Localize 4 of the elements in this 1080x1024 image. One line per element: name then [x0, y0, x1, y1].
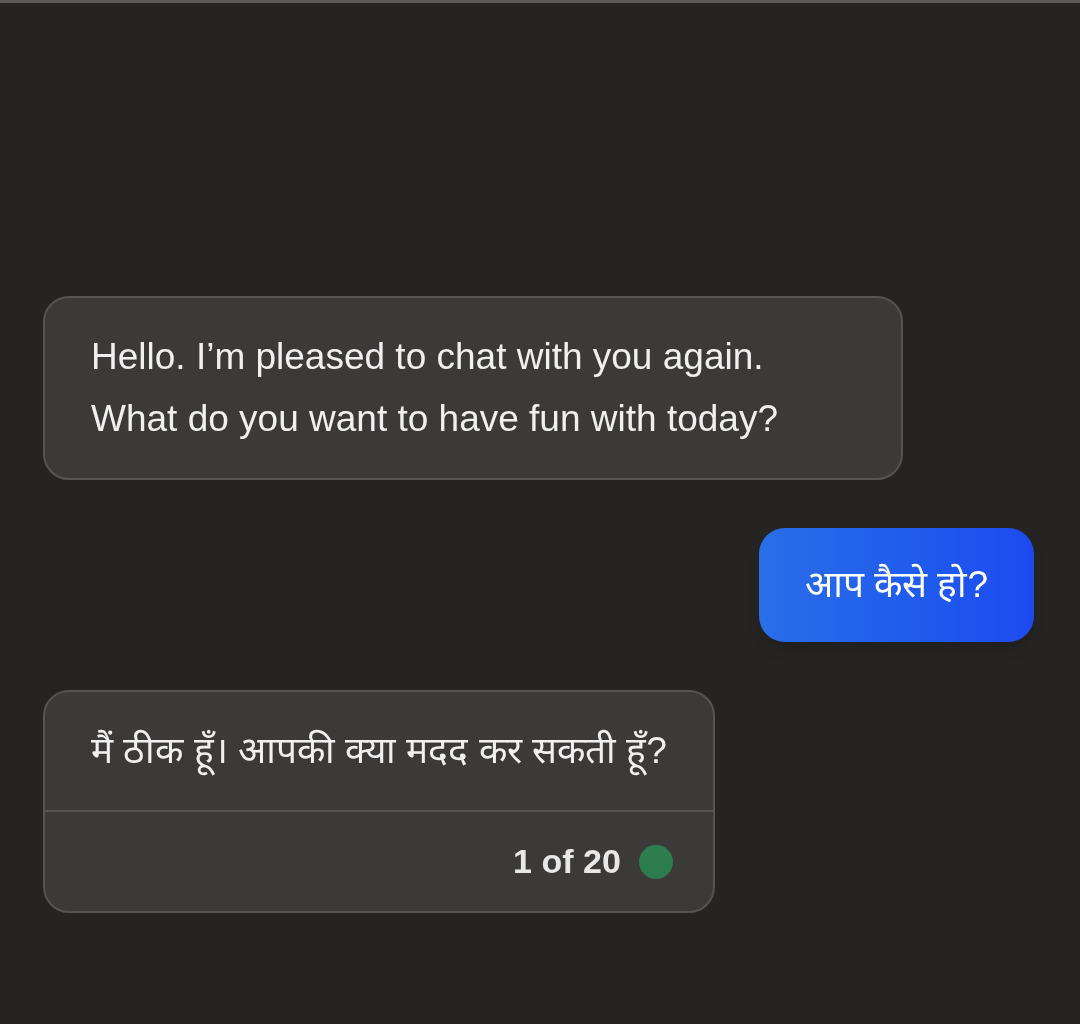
message-text: Hello. I’m pleased to chat with you again. What do you want to have fun with today?	[90, 335, 779, 441]
message-text: मैं ठीक हूँ। आपकी क्या मदद कर सकती हूँ?	[45, 692, 713, 810]
message-counter: 1 of 20	[513, 841, 621, 882]
message-text: आप कैसे हो?	[804, 562, 988, 607]
